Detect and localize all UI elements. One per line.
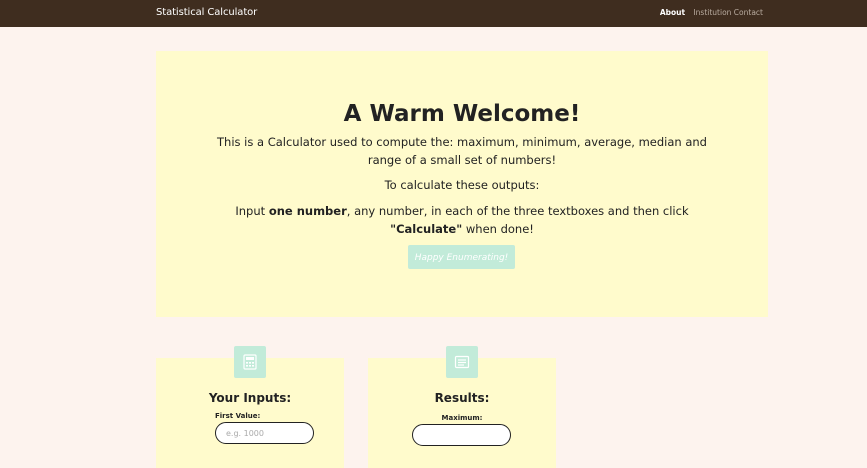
- maximum-label: Maximum:: [441, 414, 483, 422]
- calculator-icon: [234, 346, 266, 378]
- instruction-bold-calculate: "Calculate": [390, 222, 463, 236]
- instruction-bold-one-number: one number: [268, 204, 347, 218]
- first-value-input[interactable]: [215, 422, 314, 444]
- welcome-description: This is a Calculator used to compute the…: [217, 135, 707, 167]
- nav-links: About Institution Contact: [654, 8, 763, 17]
- maximum-output[interactable]: [412, 424, 511, 446]
- welcome-subtitle: To calculate these outputs:: [384, 178, 540, 192]
- first-value-label: First Value:: [215, 412, 261, 420]
- brand-title[interactable]: Statistical Calculator: [156, 7, 257, 18]
- nav-link-about[interactable]: About: [660, 8, 685, 17]
- welcome-panel: A Warm Welcome! This is a Calculator use…: [156, 51, 768, 317]
- navbar: Statistical Calculator About Institution…: [0, 0, 867, 27]
- instruction-suffix: when done!: [462, 222, 534, 236]
- welcome-title: A Warm Welcome!: [343, 101, 581, 127]
- inputs-card-title: Your Inputs:: [208, 391, 292, 405]
- results-card-title: Results:: [434, 391, 490, 405]
- instruction-prefix: Input: [235, 204, 269, 218]
- nav-link-institution-contact[interactable]: Institution Contact: [693, 8, 763, 17]
- instruction-middle: , any number, in each of the three textb…: [346, 204, 689, 218]
- list-icon: [446, 346, 478, 378]
- welcome-instructions: Input one number, any number, in each of…: [201, 202, 723, 238]
- inputs-card: Your Inputs: First Value:: [156, 346, 344, 468]
- results-card: Results: Maximum:: [368, 346, 556, 468]
- happy-enumerating-button[interactable]: Happy Enumerating!: [408, 245, 515, 269]
